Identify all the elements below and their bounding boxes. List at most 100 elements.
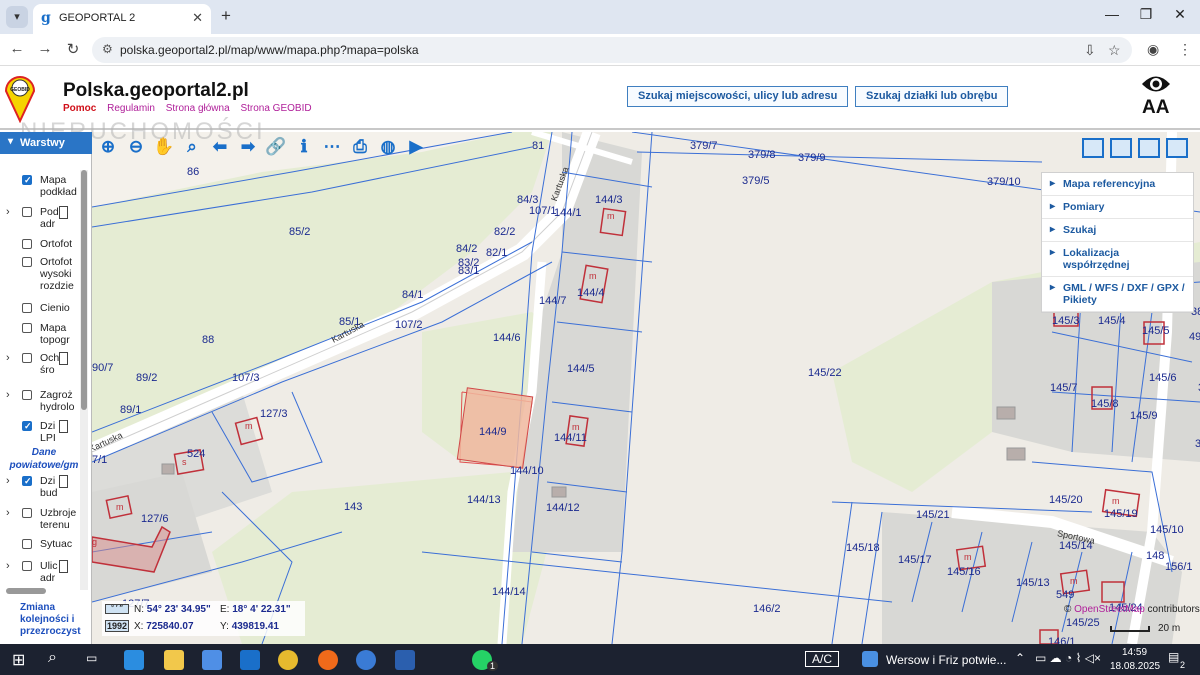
browser-tab[interactable]: g GEOPORTAL 2 ✕ <box>33 4 211 34</box>
chrome-icon[interactable] <box>278 650 298 670</box>
osm-link[interactable]: OpenStreetMap <box>1074 604 1145 615</box>
parcel-number-label[interactable]: 156/1 <box>1165 561 1193 573</box>
layer-item[interactable]: › Pod adr <box>0 206 80 234</box>
view-arrow-panel-icon[interactable] <box>1138 138 1160 158</box>
coordinate-location-menu-item[interactable]: Lokalizacja współrzędnej <box>1042 242 1193 277</box>
restore-icon[interactable]: ❐ <box>1136 6 1156 23</box>
parcel-number-label[interactable]: 144/3 <box>595 194 623 206</box>
zoom-out-icon[interactable]: ⊖ <box>124 134 148 160</box>
minimize-icon[interactable]: — <box>1102 6 1122 22</box>
outlook-icon[interactable] <box>240 650 260 670</box>
layer-item[interactable]: Dzi LPI <box>0 420 80 446</box>
parcel-number-label[interactable]: 85/2 <box>289 226 310 238</box>
expand-chevron-icon[interactable]: › <box>6 507 10 519</box>
parcel-number-label[interactable]: 145/9 <box>1130 410 1158 422</box>
view-top-panel-icon[interactable] <box>1082 138 1104 158</box>
parcel-number-label[interactable]: 144/13 <box>467 494 501 506</box>
layer-item[interactable]: › Dzi bud <box>0 475 80 501</box>
parcel-number-label[interactable]: 144/1 <box>554 207 582 219</box>
expand-chevron-icon[interactable]: › <box>6 389 10 401</box>
tab-search-button[interactable]: ▾ <box>6 6 28 28</box>
parcel-number-label[interactable]: 379/9 <box>798 152 826 164</box>
parcel-number-label[interactable]: 144/12 <box>546 502 580 514</box>
info-icon[interactable]: ℹ <box>292 134 316 160</box>
parcel-number-label[interactable]: 144/14 <box>492 586 526 598</box>
print-icon[interactable]: ⎙ <box>348 134 372 160</box>
notifications-icon[interactable]: ▤ <box>1168 650 1179 664</box>
legend-document-icon[interactable] <box>59 206 68 219</box>
expand-chevron-icon[interactable]: › <box>6 352 10 364</box>
layer-checkbox[interactable] <box>22 207 32 217</box>
view-left-panel-icon[interactable] <box>1110 138 1132 158</box>
parcel-number-label[interactable]: 145/3 <box>1052 315 1080 327</box>
parcel-number-label[interactable]: 144/6 <box>493 332 521 344</box>
parcel-number-label[interactable]: 144/4 <box>577 287 605 299</box>
accessibility-eye-icon[interactable] <box>1140 73 1172 95</box>
parcel-number-label[interactable]: 86 <box>187 166 199 178</box>
home-link[interactable]: Strona główna <box>166 103 230 114</box>
legend-document-icon[interactable] <box>59 560 68 573</box>
parcel-number-label[interactable]: 145/18 <box>846 542 880 554</box>
link-icon[interactable]: 🔗 <box>264 134 288 160</box>
parcel-number-label[interactable]: 144/11 <box>554 432 587 444</box>
parcel-number-label[interactable]: 379/8 <box>748 149 776 161</box>
legend-document-icon[interactable] <box>59 475 68 488</box>
layer-order-link[interactable]: Zmiana kolejności i przezroczyst <box>0 602 92 638</box>
parcel-number-label[interactable]: 145/6 <box>1149 372 1177 384</box>
clock-date[interactable]: 18.08.2025 <box>1110 661 1160 672</box>
parcel-number-label[interactable]: 84/1 <box>402 289 423 301</box>
app-icon[interactable] <box>356 650 376 670</box>
next-view-icon[interactable]: ➡ <box>236 134 260 160</box>
profile-icon[interactable]: ◉ <box>1147 41 1159 58</box>
search-menu-item[interactable]: Szukaj <box>1042 219 1193 242</box>
layer-checkbox[interactable] <box>22 323 32 333</box>
layer-item[interactable]: › Uzbroje terenu <box>0 507 80 533</box>
parcel-number-label[interactable]: 7/1 <box>92 454 107 466</box>
news-icon[interactable] <box>862 651 878 667</box>
close-tab-icon[interactable]: ✕ <box>192 10 203 26</box>
parcel-number-label[interactable]: 82/2 <box>494 226 515 238</box>
layer-item[interactable]: › Zagroż hydrolo <box>0 389 80 415</box>
parcel-number-label[interactable]: 90/7 <box>92 362 113 374</box>
layer-checkbox[interactable] <box>22 561 32 571</box>
parcel-number-label[interactable]: 144/7 <box>539 295 567 307</box>
edge-icon[interactable] <box>124 650 144 670</box>
help-link[interactable]: Pomoc <box>63 103 96 114</box>
layer-item[interactable]: Mapa podkład <box>0 174 80 202</box>
parcel-number-label[interactable]: 379/7 <box>690 140 718 152</box>
parcel-number-label[interactable]: 88 <box>202 334 214 346</box>
parcel-number-label[interactable]: 144/9 <box>479 426 507 438</box>
parcel-number-label[interactable]: 107/2 <box>395 319 423 331</box>
parcel-number-label[interactable]: 145/13 <box>1016 577 1050 589</box>
file-explorer-icon[interactable] <box>164 650 184 670</box>
layer-checkbox[interactable] <box>22 420 32 432</box>
parcel-number-label[interactable]: 145/21 <box>916 509 950 521</box>
news-headline[interactable]: Wersow i Friz potwie... <box>886 653 1006 667</box>
parcel-number-label[interactable]: 144/10 <box>510 465 544 477</box>
layer-checkbox[interactable] <box>22 303 32 313</box>
parcel-number-label[interactable]: 145/16 <box>947 566 981 578</box>
bookmark-star-icon[interactable]: ☆ <box>1108 42 1121 59</box>
forward-icon[interactable]: → <box>35 40 55 57</box>
measurements-menu-item[interactable]: Pomiary <box>1042 196 1193 219</box>
layer-checkbox[interactable] <box>22 239 32 249</box>
parcel-number-label[interactable]: 146/1 <box>1048 636 1076 644</box>
expand-chevron-icon[interactable]: › <box>6 206 10 218</box>
install-app-icon[interactable]: ⇩ <box>1084 42 1096 59</box>
layers-panel-title[interactable]: Warstwy <box>0 132 92 154</box>
layer-item[interactable]: › Ulic adr <box>0 560 80 586</box>
word-icon[interactable] <box>395 650 415 670</box>
zoom-in-icon[interactable]: ⊕ <box>96 134 120 160</box>
terms-link[interactable]: Regulamin <box>107 103 155 114</box>
zoom-box-icon[interactable]: ⌕ <box>180 134 204 160</box>
clock-time[interactable]: 14:59 <box>1122 647 1147 658</box>
geobid-link[interactable]: Strona GEOBID <box>240 103 311 114</box>
close-window-icon[interactable]: ✕ <box>1170 6 1190 23</box>
address-bar[interactable]: ⚙ polska.geoportal2.pl/map/www/mapa.php?… <box>92 37 1132 63</box>
parcel-number-label[interactable]: 145/4 <box>1098 315 1126 327</box>
parcel-number-label[interactable]: 145/7 <box>1050 382 1078 394</box>
layer-checkbox[interactable] <box>22 390 32 400</box>
back-icon[interactable]: ← <box>7 40 27 57</box>
store-icon[interactable] <box>202 650 222 670</box>
layer-checkbox[interactable] <box>22 508 32 518</box>
